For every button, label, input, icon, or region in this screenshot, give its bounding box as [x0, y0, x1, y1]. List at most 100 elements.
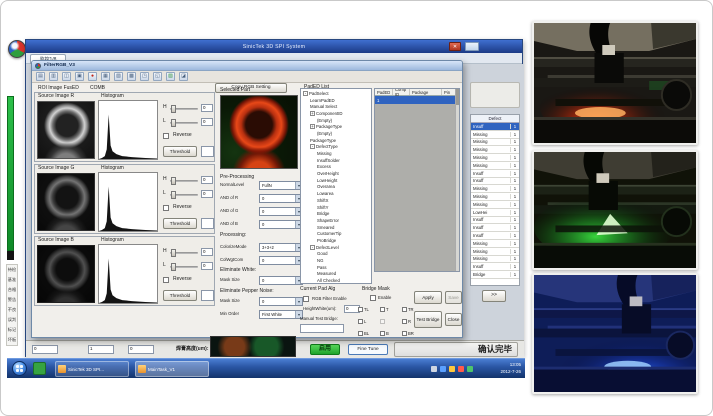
colorizemode-select[interactable]: 3+3+2▾	[259, 243, 303, 252]
defect-row[interactable]: Missing1	[471, 154, 519, 162]
tree-item[interactable]: ShiftX	[302, 197, 371, 204]
reverse-checkbox[interactable]	[163, 277, 169, 283]
h-slider-thumb[interactable]	[171, 177, 176, 185]
apply-button[interactable]: Apply	[414, 291, 442, 304]
col-paded[interactable]: PadED	[375, 89, 393, 95]
toolbar-icon-3[interactable]: ◫	[62, 72, 71, 81]
tree-expander-icon[interactable]: -	[310, 144, 315, 149]
h-slider[interactable]	[170, 108, 198, 110]
quick-launch-icon[interactable]	[33, 362, 46, 375]
tree-item[interactable]: Lowarea	[302, 190, 371, 197]
tree-item[interactable]: Missing	[302, 150, 371, 157]
toolbar-icon-4[interactable]: ▣	[75, 72, 84, 81]
bottom-field-3[interactable]: 0	[128, 345, 154, 354]
defect-row[interactable]: Insuff1	[471, 232, 519, 240]
toolbar-icon-9[interactable]: ◳	[140, 72, 149, 81]
h-slider[interactable]	[170, 180, 198, 182]
bridge-enable-checkbox[interactable]	[370, 295, 376, 301]
tree-item[interactable]: OverHeight	[302, 170, 371, 177]
defect-row[interactable]: Missing1	[471, 256, 519, 264]
tree-expander-icon[interactable]: +	[310, 124, 315, 129]
checkbox[interactable]	[358, 307, 363, 312]
tree-item[interactable]: ProBridge	[302, 237, 371, 244]
toolbar-icon-6[interactable]: ▦	[101, 72, 110, 81]
defect-row[interactable]: Missing1	[471, 131, 519, 139]
l-slider[interactable]	[170, 122, 198, 124]
l-slider-thumb[interactable]	[171, 263, 176, 271]
and-r-select[interactable]: 0▾	[259, 194, 303, 203]
mask-size-1-select[interactable]: 0▾	[259, 276, 303, 285]
tray-icon-4[interactable]	[458, 366, 464, 372]
l-slider-thumb[interactable]	[171, 191, 176, 199]
h-slider-thumb[interactable]	[171, 105, 176, 113]
tree-item[interactable]: PackageType	[302, 137, 371, 144]
close-button[interactable]: Close	[445, 313, 462, 326]
tree-expander-icon[interactable]: +	[310, 111, 315, 116]
bridge-cell-b[interactable]: B	[380, 331, 402, 336]
and-b-select[interactable]: 0▾	[259, 220, 303, 229]
col-comp-id[interactable]: Comp ID	[393, 89, 410, 95]
confirm-button[interactable]: 确认完毕	[394, 342, 518, 357]
defect-row[interactable]: Insuff1	[471, 123, 519, 131]
threshold-button[interactable]: Threshold	[163, 290, 197, 301]
threshold-button[interactable]: Threshold	[163, 146, 197, 157]
tree-expander-icon[interactable]: -	[303, 91, 308, 96]
defect-row[interactable]: Insuff1	[471, 263, 519, 271]
bottom-field-1[interactable]: 0	[32, 345, 58, 354]
taskbar-item-spi[interactable]: SinicTek 3D SPI...	[55, 361, 129, 377]
fine-tune-button[interactable]: Fine Tune	[348, 344, 388, 355]
toolbar-icon-7[interactable]: ▨	[114, 72, 123, 81]
tree-item[interactable]: Excess	[302, 164, 371, 171]
tray-icon-1[interactable]	[431, 366, 437, 372]
defect-more-button[interactable]: >>	[482, 290, 506, 302]
tree-item[interactable]: ShiftY	[302, 204, 371, 211]
tree-item[interactable]: LowHeight	[302, 177, 371, 184]
tree-item[interactable]: All Checked	[302, 277, 371, 284]
tree-root[interactable]: -PadSelect	[302, 90, 371, 97]
and-g-select[interactable]: 0▾	[259, 207, 303, 216]
defect-row[interactable]: Insuff1	[471, 178, 519, 186]
defect-row[interactable]: Insuff1	[471, 170, 519, 178]
normallevel-select[interactable]: FullN▾	[259, 181, 303, 190]
tree-item[interactable]: -DefectLevel	[302, 244, 371, 251]
defect-row[interactable]: Missing1	[471, 146, 519, 154]
bridge-cell-br[interactable]: BR	[402, 331, 424, 336]
l-value-input[interactable]: 0	[201, 190, 213, 198]
tree-item[interactable]: ShapeError	[302, 217, 371, 224]
col-package[interactable]: Package	[410, 89, 442, 95]
threshold-value[interactable]	[201, 290, 214, 301]
pad-table-scrollbar[interactable]	[455, 89, 459, 271]
col-pin[interactable]: Pin	[442, 89, 453, 95]
l-slider[interactable]	[170, 266, 198, 268]
toolbar-icon-2[interactable]: ▥	[49, 72, 58, 81]
bottom-field-2[interactable]: 1	[88, 345, 114, 354]
toolbar-icon-5[interactable]: ●	[88, 72, 97, 81]
start-button[interactable]	[12, 361, 27, 376]
checkbox[interactable]	[402, 331, 407, 336]
pad-table-selected-row[interactable]: 1	[375, 96, 459, 104]
bridge-cell-tl[interactable]: TL	[358, 307, 380, 312]
toolbar-icon-12[interactable]: ◪	[179, 72, 188, 81]
reverse-checkbox[interactable]	[163, 133, 169, 139]
toolbar-icon-10[interactable]: ◱	[153, 72, 162, 81]
close-button[interactable]: ✕	[449, 42, 461, 51]
bridge-cell-t[interactable]: T	[380, 307, 402, 312]
threshold-value[interactable]	[201, 218, 214, 229]
tree-item[interactable]: Manual Select	[302, 103, 371, 110]
tree-item[interactable]: Pass	[302, 264, 371, 271]
tree-item[interactable]: LearnPadED	[302, 97, 371, 104]
toolbar-icon-1[interactable]: ▤	[36, 72, 45, 81]
maximize-button[interactable]	[465, 42, 479, 51]
h-value-input[interactable]: 0	[201, 248, 213, 256]
checkbox[interactable]	[402, 307, 407, 312]
h-value-input[interactable]: 0	[201, 104, 213, 112]
reverse-checkbox[interactable]	[163, 205, 169, 211]
tray-icon-5[interactable]	[467, 366, 473, 372]
checkbox[interactable]	[402, 319, 407, 324]
defect-row[interactable]: Missing1	[471, 185, 519, 193]
bridge-cell-l[interactable]: L	[358, 319, 380, 324]
tree-item[interactable]: Bridge	[302, 210, 371, 217]
mask-size-2-select[interactable]: 0▾	[259, 297, 303, 306]
defect-row[interactable]: LowHei1	[471, 209, 519, 217]
threshold-value[interactable]	[201, 146, 214, 157]
